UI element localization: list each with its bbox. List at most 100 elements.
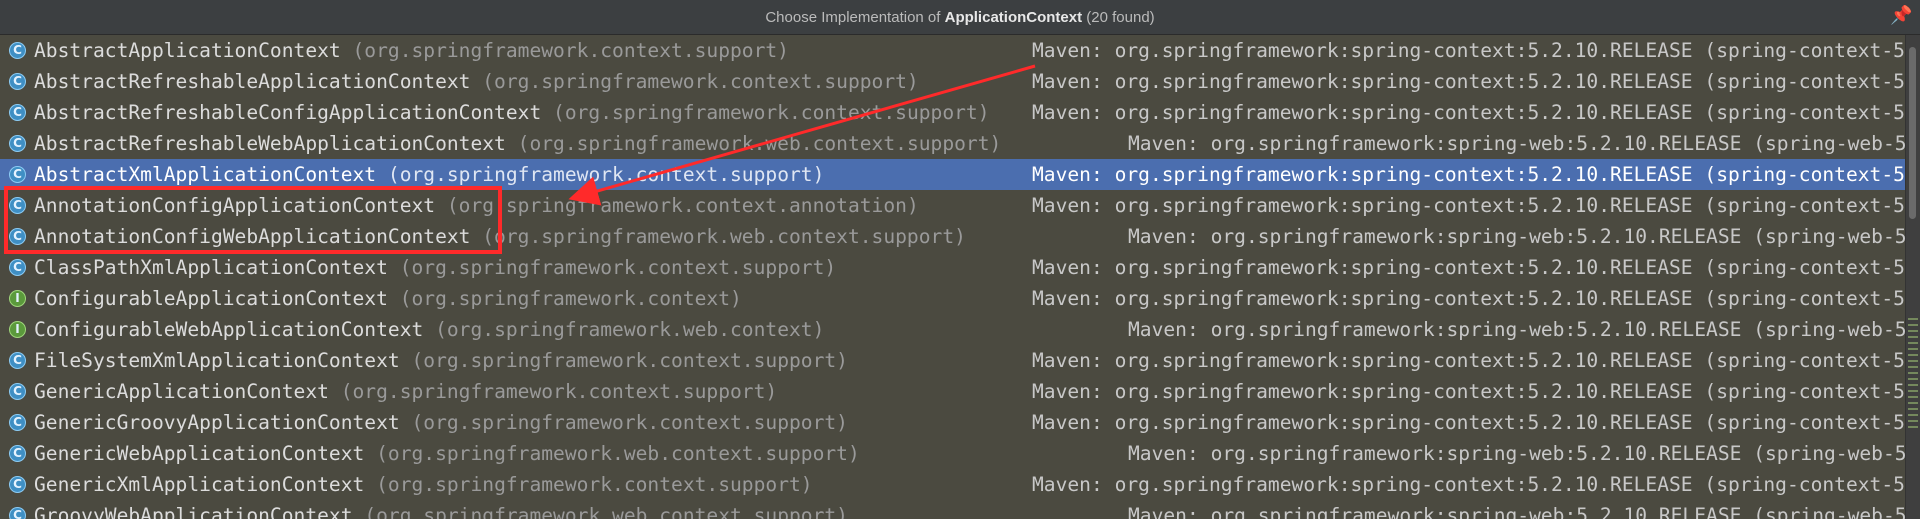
class-icon: C xyxy=(9,135,26,152)
class-name-group: GenericGroovyApplicationContext (org.spr… xyxy=(34,407,848,438)
class-name: ConfigurableApplicationContext xyxy=(34,287,388,310)
interface-icon: I xyxy=(9,321,26,338)
library-location: Maven: org.springframework:spring-web:5.… xyxy=(1128,318,1906,341)
package-name: (org.springframework.context.support) xyxy=(352,39,789,62)
library-location: Maven: org.springframework:spring-contex… xyxy=(1032,256,1905,279)
class-name: ConfigurableWebApplicationContext xyxy=(34,318,424,341)
package-name: (org.springframework.context.support) xyxy=(340,380,778,403)
library-location: Maven: org.springframework:spring-contex… xyxy=(1032,70,1905,93)
class-name-group: GroovyWebApplicationContext (org.springf… xyxy=(34,500,848,519)
list-item-selected[interactable]: C AbstractXmlApplicationContext (org.spri… xyxy=(0,159,1906,190)
package-name: (org.springframework.web.context.support… xyxy=(517,132,1002,155)
class-name-group: AbstractRefreshableWebApplicationContext… xyxy=(34,128,1001,159)
package-name: (org.springframework.web.context) xyxy=(435,318,825,341)
list-item[interactable]: I ConfigurableWebApplicationContext (org.… xyxy=(0,314,1906,345)
list-item[interactable]: C GenericApplicationContext (org.springfr… xyxy=(0,376,1906,407)
library-location: Maven: org.springframework:spring-web:5.… xyxy=(1128,504,1906,519)
interface-icon: I xyxy=(9,290,26,307)
class-name: AbstractXmlApplicationContext xyxy=(34,163,377,186)
title-prefix: Choose Implementation of xyxy=(765,8,945,26)
list-item[interactable]: C AbstractRefreshableApplicationContext (… xyxy=(0,66,1906,97)
class-name-group: FileSystemXmlApplicationContext (org.spr… xyxy=(34,345,848,376)
list-item[interactable]: C AnnotationConfigWebApplicationContext (… xyxy=(0,221,1906,252)
class-name: AbstractRefreshableApplicationContext xyxy=(34,70,471,93)
class-icon: C xyxy=(9,42,26,59)
package-name: (org.springframework.web.context.support… xyxy=(482,225,966,248)
class-icon: C xyxy=(9,73,26,90)
class-name: FileSystemXmlApplicationContext xyxy=(34,349,400,372)
list-item[interactable]: C AnnotationConfigApplicationContext (org… xyxy=(0,190,1906,221)
class-name-group: GenericApplicationContext (org.springfra… xyxy=(34,376,777,407)
library-location: Maven: org.springframework:spring-web:5.… xyxy=(1128,442,1906,465)
library-location: Maven: org.springframework:spring-contex… xyxy=(1032,163,1905,186)
class-icon: C xyxy=(9,445,26,462)
library-location: Maven: org.springframework:spring-contex… xyxy=(1032,39,1905,62)
class-icon: C xyxy=(9,104,26,121)
class-name: AbstractRefreshableWebApplicationContext xyxy=(34,132,506,155)
library-location: Maven: org.springframework:spring-contex… xyxy=(1032,473,1905,496)
library-location: Maven: org.springframework:spring-contex… xyxy=(1032,380,1905,403)
library-location: Maven: org.springframework:spring-contex… xyxy=(1032,349,1905,372)
class-name-group: ConfigurableWebApplicationContext (org.s… xyxy=(34,314,824,345)
class-name: GenericWebApplicationContext xyxy=(34,442,365,465)
package-name: (org.springframework.web.context.support… xyxy=(364,504,848,519)
list-item[interactable]: I ConfigurableApplicationContext (org.spr… xyxy=(0,283,1906,314)
popup-title: Choose Implementation of ApplicationCont… xyxy=(765,9,1154,26)
list-item[interactable]: C AbstractRefreshableWebApplicationContex… xyxy=(0,128,1906,159)
library-location: Maven: org.springframework:spring-contex… xyxy=(1032,101,1905,124)
popup-title-bar: Choose Implementation of ApplicationCont… xyxy=(0,0,1920,35)
pin-icon[interactable]: 📌 xyxy=(1890,5,1912,27)
package-name: (org.springframework.context.support) xyxy=(411,349,848,372)
list-item[interactable]: C AbstractRefreshableConfigApplicationCon… xyxy=(0,97,1906,128)
library-location: Maven: org.springframework:spring-web:5.… xyxy=(1128,132,1906,155)
class-name: AbstractRefreshableConfigApplicationCont… xyxy=(34,101,542,124)
package-name: (org.springframework.context.support) xyxy=(482,70,919,93)
class-name: GenericApplicationContext xyxy=(34,380,329,403)
package-name: (org.springframework.web.context.support… xyxy=(376,442,860,465)
title-count: (20 found) xyxy=(1082,8,1155,26)
package-name: (org.springframework.context.support) xyxy=(399,256,837,279)
package-name: (org.springframework.context.support) xyxy=(387,163,825,186)
class-icon: C xyxy=(9,197,26,214)
class-name-group: AnnotationConfigApplicationContext (org.… xyxy=(34,190,919,221)
class-name-group: AbstractRefreshableConfigApplicationCont… xyxy=(34,97,990,128)
class-name: AnnotationConfigWebApplicationContext xyxy=(34,225,471,248)
library-location: Maven: org.springframework:spring-contex… xyxy=(1032,287,1905,310)
library-location: Maven: org.springframework:spring-contex… xyxy=(1032,194,1905,217)
list-item[interactable]: C ClassPathXmlApplicationContext (org.spr… xyxy=(0,252,1906,283)
class-icon: C xyxy=(9,414,26,431)
list-item[interactable]: C FileSystemXmlApplicationContext (org.sp… xyxy=(0,345,1906,376)
class-name: AnnotationConfigApplicationContext xyxy=(34,194,436,217)
title-subject: ApplicationContext xyxy=(944,8,1083,26)
class-name-group: AbstractRefreshableApplicationContext (o… xyxy=(34,66,919,97)
class-name-group: GenericXmlApplicationContext (org.spring… xyxy=(34,469,813,500)
class-name-group: AbstractApplicationContext (org.springfr… xyxy=(34,35,789,66)
class-name: AbstractApplicationContext xyxy=(34,39,341,62)
class-name-group: ClassPathXmlApplicationContext (org.spri… xyxy=(34,252,836,283)
vertical-scrollbar[interactable] xyxy=(1905,35,1920,519)
package-name: (org.springframework.context) xyxy=(399,287,742,310)
class-icon: C xyxy=(9,507,26,519)
list-item[interactable]: C GenericGroovyApplicationContext (org.sp… xyxy=(0,407,1906,438)
package-name: (org.springframework.context.support) xyxy=(553,101,990,124)
class-name: GroovyWebApplicationContext xyxy=(34,504,353,519)
class-icon: C xyxy=(9,352,26,369)
list-item[interactable]: C GenericWebApplicationContext (org.sprin… xyxy=(0,438,1906,469)
class-icon: C xyxy=(9,228,26,245)
class-name-group: AnnotationConfigWebApplicationContext (o… xyxy=(34,221,966,252)
list-item[interactable]: C GenericXmlApplicationContext (org.sprin… xyxy=(0,469,1906,500)
class-name: GenericXmlApplicationContext xyxy=(34,473,365,496)
list-item[interactable]: C GroovyWebApplicationContext (org.spring… xyxy=(0,500,1906,519)
class-icon: C xyxy=(9,259,26,276)
class-name-group: AbstractXmlApplicationContext (org.sprin… xyxy=(34,159,824,190)
class-icon: C xyxy=(9,166,26,183)
package-name: (org.springframework.context.support) xyxy=(411,411,848,434)
list-item[interactable]: C AbstractApplicationContext (org.springf… xyxy=(0,35,1906,66)
scrollbar-thumb[interactable] xyxy=(1909,47,1916,219)
package-name: (org.springframework.context.annotation) xyxy=(446,194,919,217)
package-name: (org.springframework.context.support) xyxy=(376,473,813,496)
class-name-group: ConfigurableApplicationContext (org.spri… xyxy=(34,283,742,314)
class-icon: C xyxy=(9,476,26,493)
class-name: ClassPathXmlApplicationContext xyxy=(34,256,388,279)
class-name-group: GenericWebApplicationContext (org.spring… xyxy=(34,438,860,469)
